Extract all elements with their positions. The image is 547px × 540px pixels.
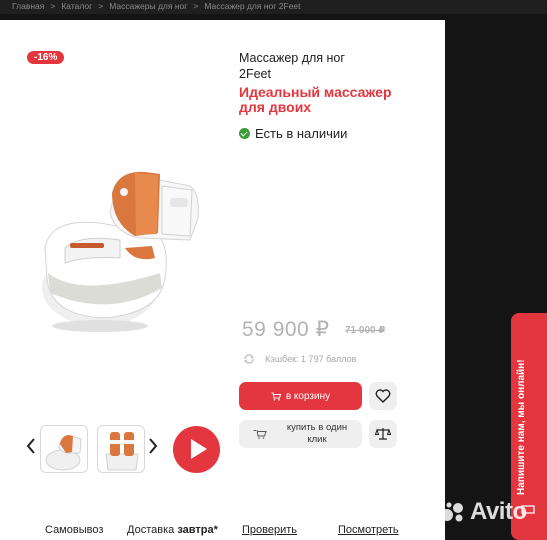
chevron-left-icon[interactable] bbox=[26, 438, 36, 454]
heart-icon bbox=[375, 389, 391, 403]
breadcrumb-current: Массажер для ног 2Feet bbox=[204, 1, 301, 11]
thumbnail-1[interactable] bbox=[40, 425, 88, 473]
breadcrumb-separator: > bbox=[50, 1, 56, 11]
compare-button[interactable] bbox=[369, 420, 397, 448]
refresh-icon bbox=[243, 354, 255, 364]
buy-one-click-button[interactable]: купить в один клик bbox=[239, 420, 362, 448]
breadcrumb-separator: > bbox=[193, 1, 199, 11]
delivery-info[interactable]: Доставка завтра* bbox=[127, 524, 218, 536]
scales-icon bbox=[375, 428, 391, 440]
product-slogan: Идеальный массажер для двоих bbox=[239, 85, 429, 115]
product-slogan-line2: для двоих bbox=[239, 99, 312, 115]
check-link[interactable]: Проверить bbox=[242, 524, 297, 536]
cashback-label: Кэшбек: 1 797 баллов bbox=[265, 354, 357, 364]
check-circle-icon bbox=[239, 128, 250, 139]
delivery-date: завтра* bbox=[177, 524, 218, 536]
watermark-text: Avito bbox=[470, 498, 527, 525]
product-title-line2: 2Feet bbox=[239, 67, 271, 81]
product-title: Массажер для ног 2Feet bbox=[239, 50, 429, 82]
breadcrumb-separator: > bbox=[98, 1, 104, 11]
product-title-line1: Массажер для ног bbox=[239, 51, 345, 65]
add-to-cart-label: в корзину bbox=[285, 390, 331, 402]
stock-status: Есть в наличии bbox=[239, 126, 347, 141]
pickup-link[interactable]: Самовывоз bbox=[45, 524, 103, 536]
add-to-cart-button[interactable]: в корзину bbox=[239, 382, 362, 410]
online-chat-label: Напишите нам, мы онлайн! bbox=[516, 359, 527, 495]
cart-icon bbox=[271, 392, 281, 401]
play-video-button[interactable] bbox=[173, 426, 220, 473]
cart-plus-icon bbox=[253, 429, 267, 439]
buy-one-click-line2: клик bbox=[307, 434, 327, 445]
old-price: 71 000 ₽ bbox=[345, 325, 386, 336]
product-image[interactable] bbox=[40, 148, 212, 338]
avito-watermark: Avito bbox=[440, 498, 527, 526]
avito-logo-icon bbox=[441, 502, 463, 522]
delivery-prefix: Доставка bbox=[127, 524, 175, 536]
breadcrumb-bar: Главная > Каталог > Массажеры для ног > Массаж… bbox=[0, 0, 547, 14]
breadcrumb-category[interactable]: Массажеры для ног bbox=[109, 1, 187, 11]
breadcrumb: Главная > Каталог > Массажеры для ног > Массаж… bbox=[12, 1, 306, 11]
thumbnail-2[interactable] bbox=[97, 425, 145, 473]
product-slogan-line1: Идеальный массажер bbox=[239, 84, 392, 100]
current-price: 59 900 ₽ bbox=[242, 318, 330, 341]
breadcrumb-catalog[interactable]: Каталог bbox=[61, 1, 92, 11]
chevron-right-icon[interactable] bbox=[148, 438, 158, 454]
discount-badge: -16% bbox=[27, 51, 65, 64]
thumbnail-image bbox=[45, 435, 82, 471]
stock-label: Есть в наличии bbox=[255, 126, 348, 141]
cashback: Кэшбек: 1 797 баллов bbox=[243, 353, 356, 365]
view-link[interactable]: Посмотреть bbox=[338, 524, 399, 536]
favorite-button[interactable] bbox=[369, 382, 397, 410]
buy-one-click-label: купить в один клик bbox=[277, 422, 357, 446]
product-card: -16% Массажер для ног 2Feet Идеальный ма… bbox=[0, 20, 445, 540]
thumbnail-image bbox=[105, 432, 139, 471]
breadcrumb-home[interactable]: Главная bbox=[12, 1, 44, 11]
buy-one-click-line1: купить в один bbox=[286, 422, 348, 433]
